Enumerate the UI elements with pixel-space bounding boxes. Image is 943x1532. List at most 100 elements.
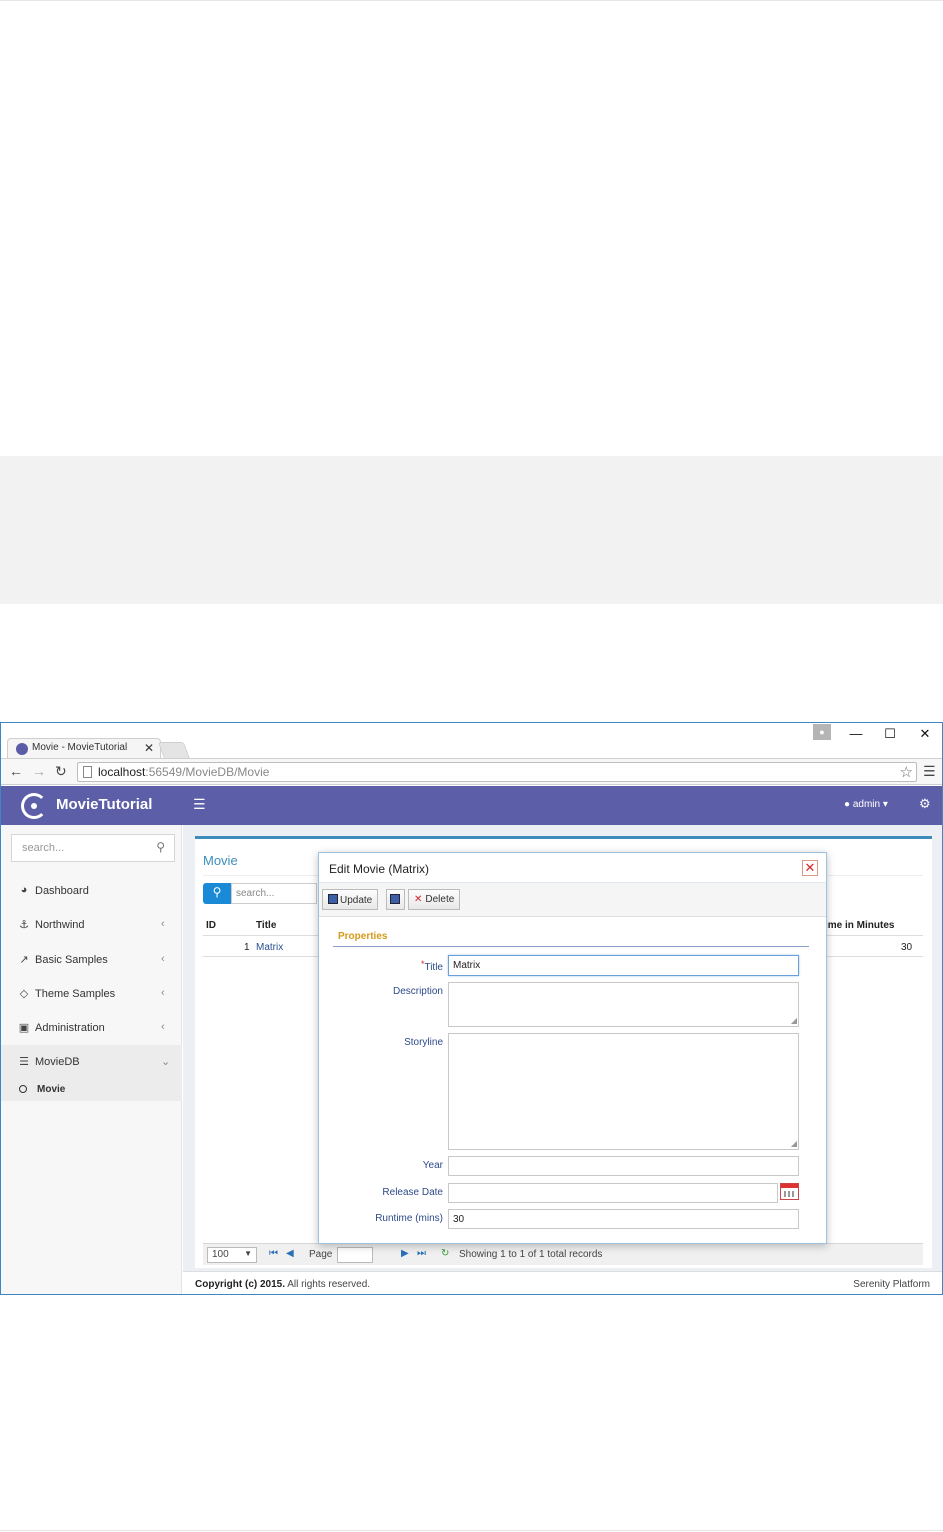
url-path: :56549/MovieDB/Movie: [145, 765, 270, 779]
tab-title: Movie - MovieTutorial: [32, 742, 128, 753]
sidebar-item-administration[interactable]: ▣ Administration ‹: [1, 1011, 182, 1045]
previous-page-icon[interactable]: ◀: [286, 1248, 294, 1259]
browser-toolbar: ← → ↻ localhost:56549/MovieDB/Movie ☆ ☰: [1, 758, 942, 785]
page-icon: [83, 766, 92, 778]
title-value: Matrix: [453, 960, 481, 971]
title-label: *Title: [323, 959, 443, 973]
close-window-button[interactable]: ✕: [915, 726, 935, 742]
chevron-left-icon: ‹: [161, 918, 165, 930]
url-host: localhost: [98, 765, 146, 779]
sidebar-item-label: MovieDB: [35, 1056, 80, 1068]
first-page-icon[interactable]: ⏮: [269, 1248, 278, 1259]
sidebar-item-moviedb[interactable]: ☰ MovieDB ⌄: [1, 1045, 182, 1079]
sidebar-item-label: Theme Samples: [35, 988, 116, 1000]
category-divider: [333, 946, 809, 947]
browser-menu-icon[interactable]: ☰: [923, 763, 936, 780]
delete-button[interactable]: ✕ Delete: [408, 889, 461, 910]
grid-search-input[interactable]: search...: [231, 883, 317, 904]
app-brand[interactable]: MovieTutorial: [56, 796, 152, 813]
calendar-icon[interactable]: [780, 1183, 799, 1200]
sidebar-search-input[interactable]: search... ⚲: [11, 834, 175, 862]
title-field[interactable]: Matrix: [448, 955, 799, 976]
sidebar-item-theme-samples[interactable]: ◇ Theme Samples ‹: [1, 977, 182, 1011]
year-field[interactable]: [448, 1156, 799, 1176]
dialog-toolbar: Update ✕ Delete: [319, 883, 826, 917]
profile-icon[interactable]: ●: [813, 724, 831, 740]
back-arrow-icon[interactable]: ←: [9, 763, 23, 779]
sidebar-item-dashboard[interactable]: ◕ Dashboard: [1, 874, 182, 908]
sidebar-item-northwind[interactable]: ⚓ Northwind ‹: [1, 908, 182, 942]
magic-wand-icon: ↗: [19, 954, 29, 966]
refresh-icon[interactable]: ↻: [441, 1248, 449, 1259]
resize-handle-icon[interactable]: ◢: [791, 1139, 797, 1148]
dialog-title: Edit Movie (Matrix): [329, 862, 430, 876]
cell-title-link[interactable]: Matrix: [256, 942, 283, 953]
description-label: Description: [392, 986, 443, 997]
dashboard-icon: ◕: [20, 884, 28, 896]
browser-tab[interactable]: Movie - MovieTutorial ✕: [7, 738, 161, 759]
sidebar-toggle-icon[interactable]: ☰: [193, 796, 206, 813]
close-icon[interactable]: ✕: [802, 860, 818, 876]
anchor-icon: ⚓: [19, 919, 29, 931]
browser-titlebar: Movie - MovieTutorial ✕ ● — ☐ ✕: [1, 723, 942, 759]
forward-arrow-icon[interactable]: →: [32, 763, 46, 779]
monitor-icon: ▣: [18, 1022, 30, 1034]
new-tab-button[interactable]: [157, 742, 191, 759]
page-size-value: 100: [212, 1249, 229, 1260]
maximize-button[interactable]: ☐: [880, 726, 900, 742]
app-header: MovieTutorial ☰ ● admin ▾ ⚙: [1, 786, 942, 825]
sidebar-item-basic-samples[interactable]: ↗ Basic Samples ‹: [1, 943, 182, 977]
sidebar-subitem-movie[interactable]: Movie: [1, 1079, 182, 1101]
column-header-id[interactable]: ID: [206, 920, 216, 931]
update-button[interactable]: Update: [322, 889, 379, 910]
browser-window: Movie - MovieTutorial ✕ ● — ☐ ✕ ← → ↻ lo…: [0, 722, 943, 1295]
app-footer: Copyright (c) 2015. All rights reserved.…: [183, 1271, 942, 1294]
user-menu[interactable]: ● admin ▾: [844, 799, 888, 810]
document-page: Movie - MovieTutorial ✕ ● — ☐ ✕ ← → ↻ lo…: [0, 0, 943, 1532]
grid-title: Movie: [203, 853, 238, 868]
layers-icon: ☰: [19, 1056, 29, 1068]
bookmark-star-icon[interactable]: ☆: [900, 763, 913, 781]
storyline-textarea[interactable]: ◢: [448, 1033, 799, 1150]
search-icon[interactable]: ⚲: [156, 840, 165, 854]
last-page-icon[interactable]: ⏭: [417, 1248, 426, 1259]
tab-close-icon[interactable]: ✕: [144, 741, 154, 755]
sidebar-item-label: Dashboard: [35, 885, 89, 897]
resize-handle-icon[interactable]: ◢: [791, 1016, 797, 1025]
cell-id: 1: [244, 942, 250, 953]
minimize-button[interactable]: —: [846, 726, 866, 741]
copyright-rest: All rights reserved.: [285, 1279, 371, 1290]
user-name: admin: [852, 799, 881, 810]
dropdown-arrow-icon: ▼: [244, 1249, 252, 1258]
sidebar-search-placeholder: search...: [22, 842, 65, 854]
settings-gears-icon[interactable]: ⚙: [919, 796, 931, 812]
column-header-title[interactable]: Title: [256, 920, 276, 931]
delete-label: Delete: [425, 894, 455, 905]
description-textarea[interactable]: ◢: [448, 982, 799, 1027]
title-label-text: Title: [424, 962, 443, 973]
user-icon: ●: [844, 799, 851, 810]
diamond-icon: ◇: [19, 988, 29, 1000]
runtime-value: 30: [453, 1214, 465, 1225]
footer-copyright: Copyright (c) 2015. All rights reserved.: [195, 1279, 370, 1290]
address-bar[interactable]: localhost:56549/MovieDB/Movie ☆: [77, 762, 917, 782]
page-size-select[interactable]: 100 ▼: [207, 1247, 257, 1263]
caret-down-icon: ▾: [882, 799, 888, 810]
column-header-runtime[interactable]: ime in Minutes: [825, 920, 894, 931]
page-number-input[interactable]: [337, 1247, 373, 1263]
pager-status: Showing 1 to 1 of 1 total records: [459, 1249, 603, 1260]
grid-search-icon[interactable]: ⚲: [203, 883, 231, 904]
release-date-field[interactable]: [448, 1183, 778, 1203]
grid-search-placeholder: search...: [236, 888, 275, 899]
update-label: Update: [340, 895, 373, 906]
sidebar-subitem-label: Movie: [37, 1084, 66, 1095]
chevron-left-icon: ‹: [161, 1021, 165, 1033]
apply-changes-button[interactable]: [386, 889, 405, 910]
sidebar-item-label: Northwind: [35, 919, 85, 931]
next-page-icon[interactable]: ▶: [401, 1248, 409, 1259]
edit-movie-dialog: Edit Movie (Matrix) ✕ Update ✕ Delete Pro…: [318, 852, 827, 1244]
runtime-field[interactable]: 30: [448, 1209, 799, 1229]
save-icon: [328, 894, 338, 904]
reload-icon[interactable]: ↻: [55, 763, 67, 780]
dialog-header[interactable]: Edit Movie (Matrix) ✕: [319, 853, 826, 883]
